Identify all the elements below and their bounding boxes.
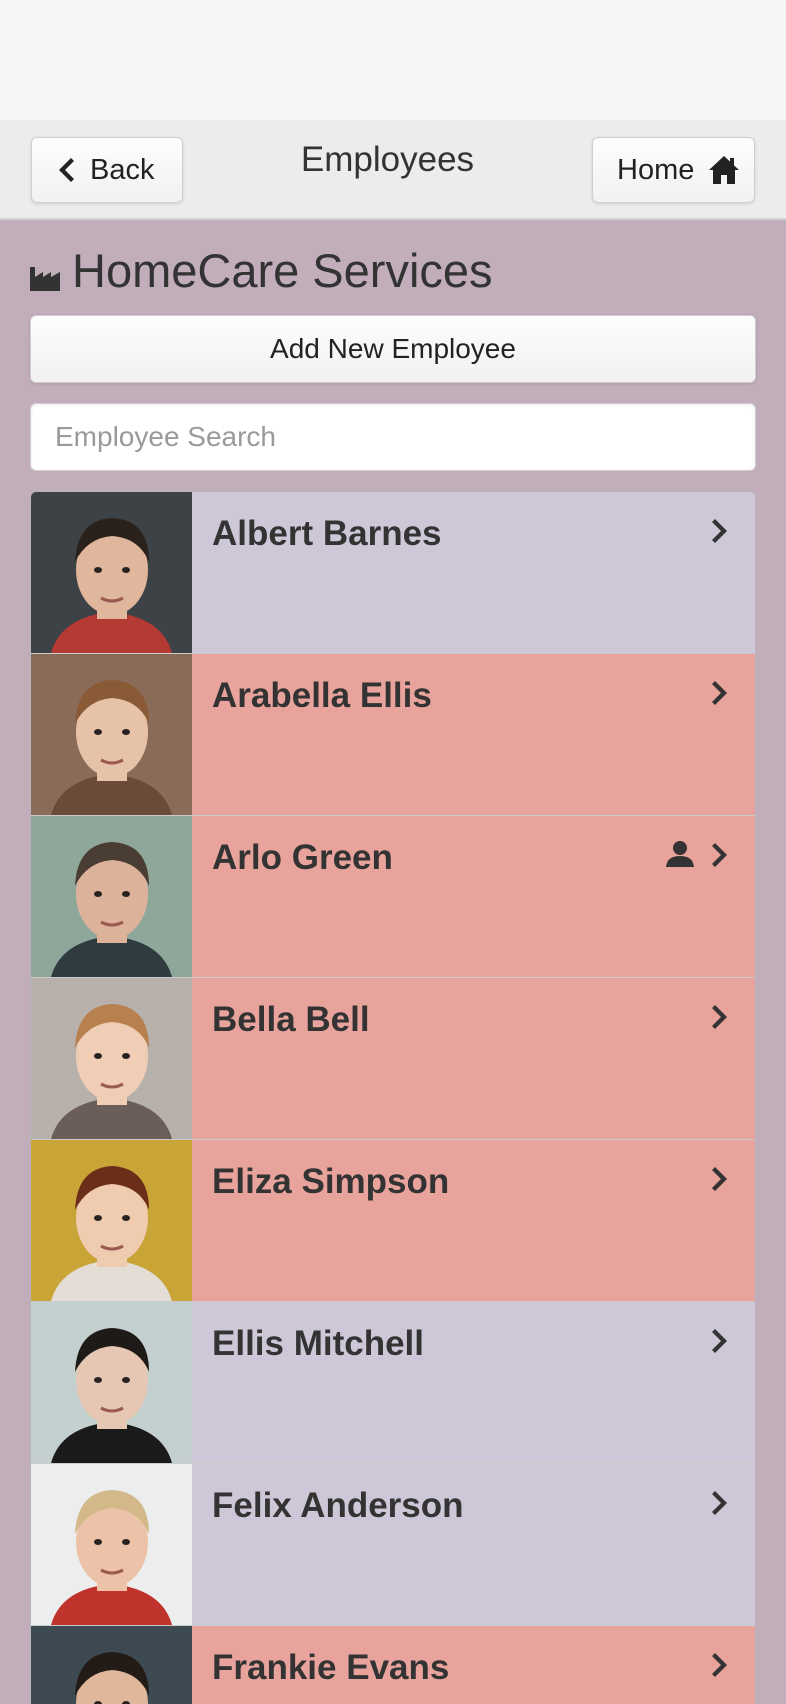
employee-row[interactable]: Bella Bell [31, 978, 755, 1140]
employee-row[interactable]: Felix Anderson [31, 1464, 755, 1626]
back-button-label: Back [90, 153, 155, 186]
chevron-right-icon [712, 1167, 727, 1191]
organization-name: HomeCare Services [72, 243, 493, 297]
chevron-right-icon [712, 519, 727, 543]
chevron-right-icon [712, 1653, 727, 1677]
user-icon [666, 841, 694, 867]
employee-name: Ellis Mitchell [212, 1324, 424, 1363]
add-employee-button[interactable]: Add New Employee [30, 315, 756, 383]
employee-photo [31, 1140, 192, 1301]
employee-row[interactable]: Arabella Ellis [31, 654, 755, 816]
chevron-right-icon [712, 681, 727, 705]
chevron-right-icon [712, 1329, 727, 1353]
chevron-right-icon [712, 1005, 727, 1029]
employee-row[interactable]: Albert Barnes [31, 492, 755, 654]
employee-photo [31, 654, 192, 815]
employee-name: Felix Anderson [212, 1486, 464, 1525]
employee-photo [31, 978, 192, 1139]
employee-row[interactable]: Eliza Simpson [31, 1140, 755, 1302]
home-button-label: Home [617, 153, 695, 186]
status-bar-area [0, 0, 786, 120]
chevron-right-icon [712, 1491, 727, 1515]
chevron-right-icon [712, 843, 727, 867]
employee-name: Frankie Evans [212, 1648, 450, 1687]
employee-photo [31, 1626, 192, 1704]
employee-list: Albert Barnes Arabella Ellis Arlo Green Bel… [30, 491, 756, 1704]
employee-name: Eliza Simpson [212, 1162, 450, 1201]
employee-search-input[interactable] [30, 403, 756, 471]
chevron-left-icon [59, 158, 74, 182]
header-bar: Back Employees Home [0, 120, 786, 220]
employee-photo [31, 816, 192, 977]
page-title: Employees [300, 140, 475, 179]
back-button[interactable]: Back [31, 137, 183, 203]
employee-name: Arlo Green [212, 838, 393, 877]
employee-name: Bella Bell [212, 1000, 370, 1039]
employee-photo [31, 1464, 192, 1625]
employee-row[interactable]: Frankie Evans [31, 1626, 755, 1704]
employee-row[interactable]: Arlo Green [31, 816, 755, 978]
employee-name: Albert Barnes [212, 514, 442, 553]
factory-icon [30, 267, 60, 291]
employee-photo [31, 1302, 192, 1463]
employee-name: Arabella Ellis [212, 676, 432, 715]
employee-row[interactable]: Ellis Mitchell [31, 1302, 755, 1464]
home-button[interactable]: Home [592, 137, 755, 203]
organization-title: HomeCare Services [30, 240, 493, 300]
home-icon [709, 156, 740, 184]
employee-photo [31, 492, 192, 653]
